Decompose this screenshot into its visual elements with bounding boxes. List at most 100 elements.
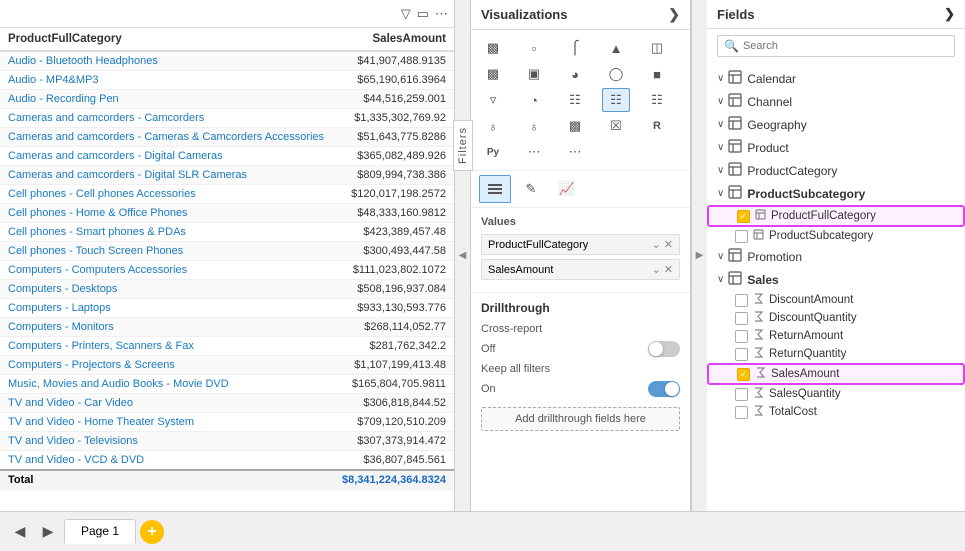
field-item-checkbox[interactable]: ✓ xyxy=(737,368,750,381)
add-drillthrough-button[interactable]: Add drillthrough fields here xyxy=(481,407,680,431)
table-row[interactable]: Music, Movies and Audio Books - Movie DV… xyxy=(0,375,454,394)
viz-format-btn[interactable]: ✎ xyxy=(515,175,547,203)
viz-ribbon-icon[interactable]: ☒ xyxy=(602,114,630,138)
filters-tab[interactable]: Filters xyxy=(453,120,473,171)
table-row[interactable]: TV and Video - Televisions$307,373,914.4… xyxy=(0,432,454,451)
field-group-header-geography[interactable]: ∨Geography xyxy=(707,113,965,136)
value-expand-icon[interactable]: ⌄ xyxy=(652,238,661,251)
value-chip-sales[interactable]: SalesAmount ⌄ ✕ xyxy=(481,259,680,280)
viz-map-icon[interactable]: ♁ xyxy=(479,114,507,138)
value-chip-category[interactable]: ProductFullCategory ⌄ ✕ xyxy=(481,234,680,255)
field-item-checkbox[interactable] xyxy=(735,348,748,361)
field-item-checkbox[interactable] xyxy=(735,388,748,401)
fields-expand-icon[interactable]: ❯ xyxy=(944,6,955,22)
more-icon[interactable]: ⋯ xyxy=(435,6,448,22)
table-row[interactable]: Cell phones - Home & Office Phones$48,33… xyxy=(0,204,454,223)
table-row[interactable]: Cell phones - Smart phones & PDAs$423,38… xyxy=(0,223,454,242)
page-prev-button[interactable]: ◀ xyxy=(8,520,32,544)
viz-filled-map-icon[interactable]: ♁ xyxy=(520,114,548,138)
field-group-header-promotion[interactable]: ∨Promotion xyxy=(707,245,965,268)
viz-fields-btn[interactable] xyxy=(479,175,511,203)
viz-combo-icon[interactable]: ▩ xyxy=(479,62,507,86)
field-item-productfullcategory[interactable]: ✓ProductFullCategory xyxy=(707,205,965,227)
viz-r-icon[interactable]: R xyxy=(643,114,671,138)
table-row[interactable]: Audio - MP4&MP3$65,190,616.3964 xyxy=(0,71,454,90)
viz-waterfall-icon[interactable]: ▩ xyxy=(561,114,589,138)
field-item-checkbox[interactable] xyxy=(735,406,748,419)
add-page-button[interactable]: + xyxy=(140,520,164,544)
viz-matrix-icon[interactable]: ☷ xyxy=(643,88,671,112)
table-row[interactable]: Cameras and camcorders - Camcorders$1,33… xyxy=(0,109,454,128)
viz-panel-expand[interactable]: ❯ xyxy=(668,6,680,23)
table-row[interactable]: Cameras and camcorders - Digital Cameras… xyxy=(0,147,454,166)
viz-line-icon[interactable]: ⎧ xyxy=(561,36,589,60)
field-group-header-productsubcategory[interactable]: ∨ProductSubcategory xyxy=(707,182,965,205)
field-item-salesamount[interactable]: ✓SalesAmount xyxy=(707,363,965,385)
viz-area-icon[interactable]: ▲ xyxy=(602,36,630,60)
field-item-discountquantity[interactable]: DiscountQuantity xyxy=(707,309,965,327)
viz-more-icon[interactable]: ⋯ xyxy=(561,140,589,164)
page-tab[interactable]: Page 1 xyxy=(64,519,136,544)
viz-scatter-icon[interactable]: ▣ xyxy=(520,62,548,86)
page-next-button[interactable]: ▶ xyxy=(36,520,60,544)
field-item-checkbox[interactable]: ✓ xyxy=(737,210,750,223)
viz-gauge-icon[interactable]: ◔ xyxy=(520,88,548,112)
table-row[interactable]: Computers - Laptops$933,130,593.776 xyxy=(0,299,454,318)
viz-bar-icon[interactable]: ▩ xyxy=(479,36,507,60)
table-row[interactable]: Computers - Computers Accessories$111,02… xyxy=(0,261,454,280)
field-item-totalcost[interactable]: TotalCost xyxy=(707,403,965,421)
table-scroll[interactable]: ProductFullCategory SalesAmount Audio - … xyxy=(0,28,454,511)
viz-stacked-icon[interactable]: ◫ xyxy=(643,36,671,60)
viz-treemap-icon[interactable]: ■ xyxy=(643,62,671,86)
field-item-checkbox[interactable] xyxy=(735,230,748,243)
field-group-header-productcategory[interactable]: ∨ProductCategory xyxy=(707,159,965,182)
field-item-salesquantity[interactable]: SalesQuantity xyxy=(707,385,965,403)
right-panel-divider[interactable]: ▶ xyxy=(691,0,707,511)
viz-pie-icon[interactable]: ◕ xyxy=(561,62,589,86)
table-row[interactable]: Audio - Bluetooth Headphones$41,907,488.… xyxy=(0,51,454,71)
table-row[interactable]: Computers - Projectors & Screens$1,107,1… xyxy=(0,356,454,375)
viz-analytics-btn[interactable]: 📈 xyxy=(551,175,583,203)
viz-funnel-icon[interactable]: ▿ xyxy=(479,88,507,112)
field-item-discountamount[interactable]: DiscountAmount xyxy=(707,291,965,309)
field-group-header-product[interactable]: ∨Product xyxy=(707,136,965,159)
field-item-returnamount[interactable]: ReturnAmount xyxy=(707,327,965,345)
viz-card-icon[interactable]: ☷ xyxy=(561,88,589,112)
expand-icon[interactable]: ▭ xyxy=(417,6,429,22)
viz-donut-icon[interactable]: ◯ xyxy=(602,62,630,86)
table-row[interactable]: TV and Video - VCD & DVD$36,807,845.561 xyxy=(0,451,454,471)
viz-custom-icon[interactable]: ⋯ xyxy=(520,140,548,164)
table-row[interactable]: Computers - Desktops$508,196,937.084 xyxy=(0,280,454,299)
value-close-icon[interactable]: ✕ xyxy=(664,238,673,251)
table-row[interactable]: Cameras and camcorders - Digital SLR Cam… xyxy=(0,166,454,185)
fields-search-box[interactable]: 🔍 xyxy=(717,35,955,57)
table-row[interactable]: Audio - Recording Pen$44,516,259.001 xyxy=(0,90,454,109)
field-item-returnquantity[interactable]: ReturnQuantity xyxy=(707,345,965,363)
fields-search-input[interactable] xyxy=(743,40,948,52)
table-row[interactable]: Computers - Printers, Scanners & Fax$281… xyxy=(0,337,454,356)
value-sales-close-icon[interactable]: ✕ xyxy=(664,263,673,276)
table-row[interactable]: Cell phones - Touch Screen Phones$300,49… xyxy=(0,242,454,261)
field-group-header-calendar[interactable]: ∨Calendar xyxy=(707,67,965,90)
field-group-header-sales[interactable]: ∨Sales xyxy=(707,268,965,291)
field-item-checkbox[interactable] xyxy=(735,312,748,325)
table-row[interactable]: TV and Video - Home Theater System$709,1… xyxy=(0,413,454,432)
filter-icon[interactable]: ▽ xyxy=(401,6,411,22)
viz-py-icon[interactable]: Py xyxy=(479,140,507,164)
field-item-checkbox[interactable] xyxy=(735,330,748,343)
viz-icons-grid: ▩ ▫ ⎧ ▲ ◫ ▩ ▣ ◕ ◯ ■ ▿ ◔ ☷ ☷ ☷ ♁ ♁ ▩ ☒ R … xyxy=(471,30,690,171)
table-row[interactable]: Computers - Monitors$268,114,052.77 xyxy=(0,318,454,337)
viz-column-icon[interactable]: ▫ xyxy=(520,36,548,60)
table-row[interactable]: Cameras and camcorders - Cameras & Camco… xyxy=(0,128,454,147)
table-row[interactable]: Cell phones - Cell phones Accessories$12… xyxy=(0,185,454,204)
keep-filters-toggle[interactable] xyxy=(648,381,680,397)
table-row[interactable]: TV and Video - Car Video$306,818,844.52 xyxy=(0,394,454,413)
drillthrough-title: Drillthrough xyxy=(481,301,680,315)
field-group-header-channel[interactable]: ∨Channel xyxy=(707,90,965,113)
cross-report-toggle[interactable] xyxy=(648,341,680,357)
field-item-productsubcategory[interactable]: ProductSubcategory xyxy=(707,227,965,245)
field-item-checkbox[interactable] xyxy=(735,294,748,307)
viz-table-icon[interactable]: ☷ xyxy=(602,88,630,112)
left-panel-divider[interactable]: ◀ xyxy=(455,0,471,511)
value-sales-expand-icon[interactable]: ⌄ xyxy=(652,263,661,276)
